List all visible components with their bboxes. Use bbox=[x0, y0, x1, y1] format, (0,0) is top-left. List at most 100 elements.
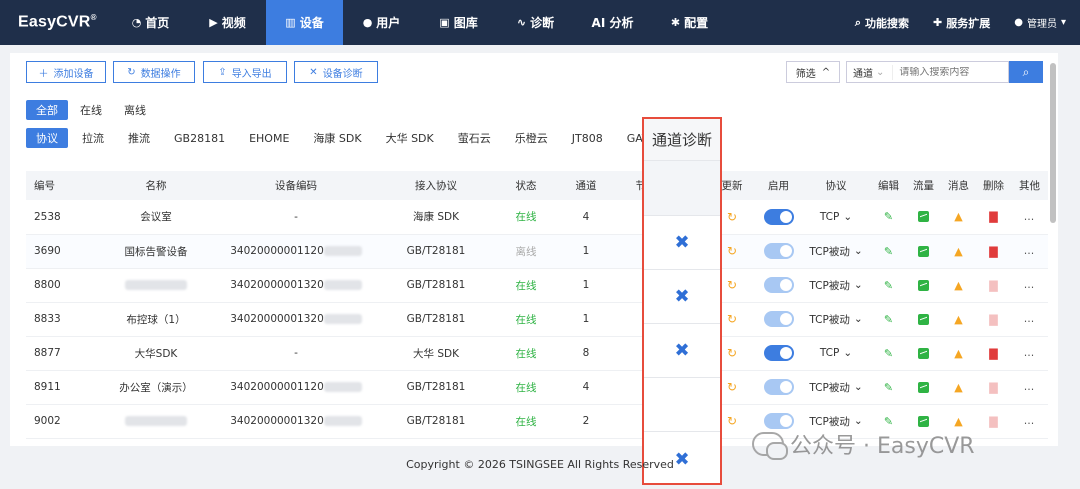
table-cell: … bbox=[1011, 336, 1048, 371]
stream-protocol-select[interactable]: TCP被动 ⌄ bbox=[809, 312, 862, 327]
import-export-button[interactable]: ⇪ 导入导出 bbox=[203, 61, 287, 83]
table-cell: ▇ bbox=[976, 404, 1011, 439]
bell-icon[interactable]: ▲ bbox=[954, 415, 962, 428]
table-cell: GB/T28181 bbox=[376, 268, 496, 303]
nav-item-0[interactable]: ◔ 首页 bbox=[112, 0, 189, 45]
filter-button[interactable]: 筛选 ^ bbox=[786, 61, 840, 83]
stream-protocol-select[interactable]: TCP被动 ⌄ bbox=[809, 244, 862, 259]
edit-icon[interactable]: ✎ bbox=[884, 245, 893, 258]
status-filter-0[interactable]: 全部 bbox=[26, 100, 68, 120]
protocol-filter-9[interactable]: JT808 bbox=[562, 128, 613, 148]
search-input[interactable] bbox=[893, 66, 1004, 78]
trash-icon[interactable]: ▇ bbox=[989, 245, 997, 258]
edit-icon[interactable]: ✎ bbox=[884, 279, 893, 292]
bell-icon[interactable]: ▲ bbox=[954, 210, 962, 223]
tools-icon[interactable]: ✖ bbox=[674, 286, 689, 307]
more-icon[interactable]: … bbox=[1024, 279, 1036, 291]
status-text: 在线 bbox=[515, 279, 537, 292]
protocol-filter-5[interactable]: 海康 SDK bbox=[303, 128, 371, 148]
refresh-icon[interactable]: ↻ bbox=[727, 346, 737, 360]
search-button[interactable]: ⌕ bbox=[1009, 61, 1043, 83]
traffic-icon[interactable] bbox=[918, 279, 929, 291]
stream-protocol-select[interactable]: TCP被动 ⌄ bbox=[809, 414, 862, 429]
enable-toggle[interactable] bbox=[763, 243, 794, 259]
protocol-filter-0[interactable]: 协议 bbox=[26, 128, 68, 148]
tools-icon[interactable]: ✖ bbox=[674, 232, 689, 253]
nav-item-5[interactable]: ∿ 诊断 bbox=[497, 0, 574, 45]
edit-icon[interactable]: ✎ bbox=[884, 210, 893, 223]
stream-protocol-select[interactable]: TCP被动 ⌄ bbox=[809, 380, 862, 395]
traffic-icon[interactable] bbox=[918, 415, 929, 427]
bell-icon[interactable]: ▲ bbox=[954, 347, 962, 360]
edit-icon[interactable]: ✎ bbox=[884, 381, 893, 394]
more-icon[interactable]: … bbox=[1024, 245, 1036, 257]
more-icon[interactable]: … bbox=[1024, 415, 1036, 427]
enable-toggle[interactable] bbox=[763, 277, 794, 293]
refresh-icon[interactable]: ↻ bbox=[727, 380, 737, 394]
access-protocol: 海康 SDK bbox=[413, 211, 459, 224]
refresh-icon[interactable]: ↻ bbox=[727, 278, 737, 292]
refresh-icon[interactable]: ↻ bbox=[727, 414, 737, 428]
traffic-icon[interactable] bbox=[918, 381, 929, 393]
trash-icon[interactable]: ▇ bbox=[989, 347, 997, 360]
protocol-filter-1[interactable]: 拉流 bbox=[72, 128, 114, 148]
status-filter-2[interactable]: 离线 bbox=[114, 100, 156, 120]
add-device-button[interactable]: ＋添加设备 bbox=[26, 61, 106, 83]
nav-item-4[interactable]: ▣ 图库 bbox=[420, 0, 497, 45]
bell-icon[interactable]: ▲ bbox=[954, 313, 962, 326]
trash-icon: ▇ bbox=[989, 380, 998, 394]
stream-protocol-select[interactable]: TCP被动 ⌄ bbox=[809, 278, 862, 293]
table-row: 8911办公室（演示）34020000001120GB/T28181在线4-▰↻… bbox=[26, 370, 1048, 405]
traffic-icon[interactable] bbox=[918, 211, 929, 223]
feature-search-button[interactable]: ⌕ 功能搜索 bbox=[855, 15, 909, 31]
refresh-icon[interactable]: ↻ bbox=[727, 244, 737, 258]
device-id: 8911 bbox=[34, 381, 61, 393]
device-diagnose-button[interactable]: ✕ 设备诊断 bbox=[294, 61, 378, 83]
enable-toggle[interactable] bbox=[763, 345, 794, 361]
status-filter-1[interactable]: 在线 bbox=[70, 100, 112, 120]
channel-diagnose-highlight: 通道诊断 ✖ ✖ ✖ ✖ bbox=[642, 117, 722, 485]
nav-item-2[interactable]: ▥ 设备 bbox=[266, 0, 343, 45]
bell-icon[interactable]: ▲ bbox=[954, 279, 962, 292]
nav-item-7[interactable]: ✱ 配置 bbox=[651, 0, 728, 45]
bell-icon[interactable]: ▲ bbox=[954, 381, 962, 394]
search-field-select[interactable]: 通道 ⌄ bbox=[847, 64, 894, 80]
edit-icon[interactable]: ✎ bbox=[884, 313, 893, 326]
more-icon[interactable]: … bbox=[1024, 313, 1036, 325]
user-menu[interactable]: ● 管理员 ▾ bbox=[1014, 15, 1066, 30]
table-cell bbox=[756, 336, 801, 371]
nav-item-6[interactable]: AI 分析 bbox=[574, 0, 651, 45]
app-logo[interactable]: EasyCVR® bbox=[0, 13, 112, 31]
traffic-icon[interactable] bbox=[918, 347, 929, 359]
traffic-icon[interactable] bbox=[918, 313, 929, 325]
more-icon[interactable]: … bbox=[1024, 211, 1036, 223]
protocol-filter-4[interactable]: EHOME bbox=[239, 128, 299, 148]
nav-item-3[interactable]: ● 用户 bbox=[343, 0, 420, 45]
enable-toggle[interactable] bbox=[763, 311, 794, 327]
table-cell bbox=[906, 370, 941, 405]
protocol-filter-2[interactable]: 推流 bbox=[118, 128, 160, 148]
refresh-icon[interactable]: ↻ bbox=[727, 312, 737, 326]
more-icon[interactable]: … bbox=[1024, 347, 1036, 359]
traffic-icon[interactable] bbox=[918, 245, 929, 257]
edit-icon[interactable]: ✎ bbox=[884, 415, 893, 428]
protocol-filter-6[interactable]: 大华 SDK bbox=[376, 128, 444, 148]
edit-icon[interactable]: ✎ bbox=[884, 347, 893, 360]
trash-icon[interactable]: ▇ bbox=[989, 210, 997, 223]
enable-toggle[interactable] bbox=[763, 413, 794, 429]
bell-icon[interactable]: ▲ bbox=[954, 245, 962, 258]
stream-protocol-select[interactable]: TCP ⌄ bbox=[820, 211, 852, 223]
refresh-icon[interactable]: ↻ bbox=[727, 210, 737, 224]
service-extend-button[interactable]: ✚ 服务扩展 bbox=[933, 15, 990, 31]
enable-toggle[interactable] bbox=[763, 379, 794, 395]
protocol-filter-3[interactable]: GB28181 bbox=[164, 128, 235, 148]
tools-icon[interactable]: ✖ bbox=[674, 340, 689, 361]
more-icon[interactable]: … bbox=[1024, 381, 1036, 393]
data-operation-button[interactable]: ↻ 数据操作 bbox=[113, 61, 195, 83]
protocol-filter-8[interactable]: 乐橙云 bbox=[505, 128, 558, 148]
scrollbar[interactable] bbox=[1050, 63, 1056, 223]
nav-item-1[interactable]: ▶ 视频 bbox=[189, 0, 266, 45]
protocol-filter-7[interactable]: 萤石云 bbox=[448, 128, 501, 148]
stream-protocol-select[interactable]: TCP ⌄ bbox=[820, 347, 852, 359]
enable-toggle[interactable] bbox=[763, 208, 794, 225]
